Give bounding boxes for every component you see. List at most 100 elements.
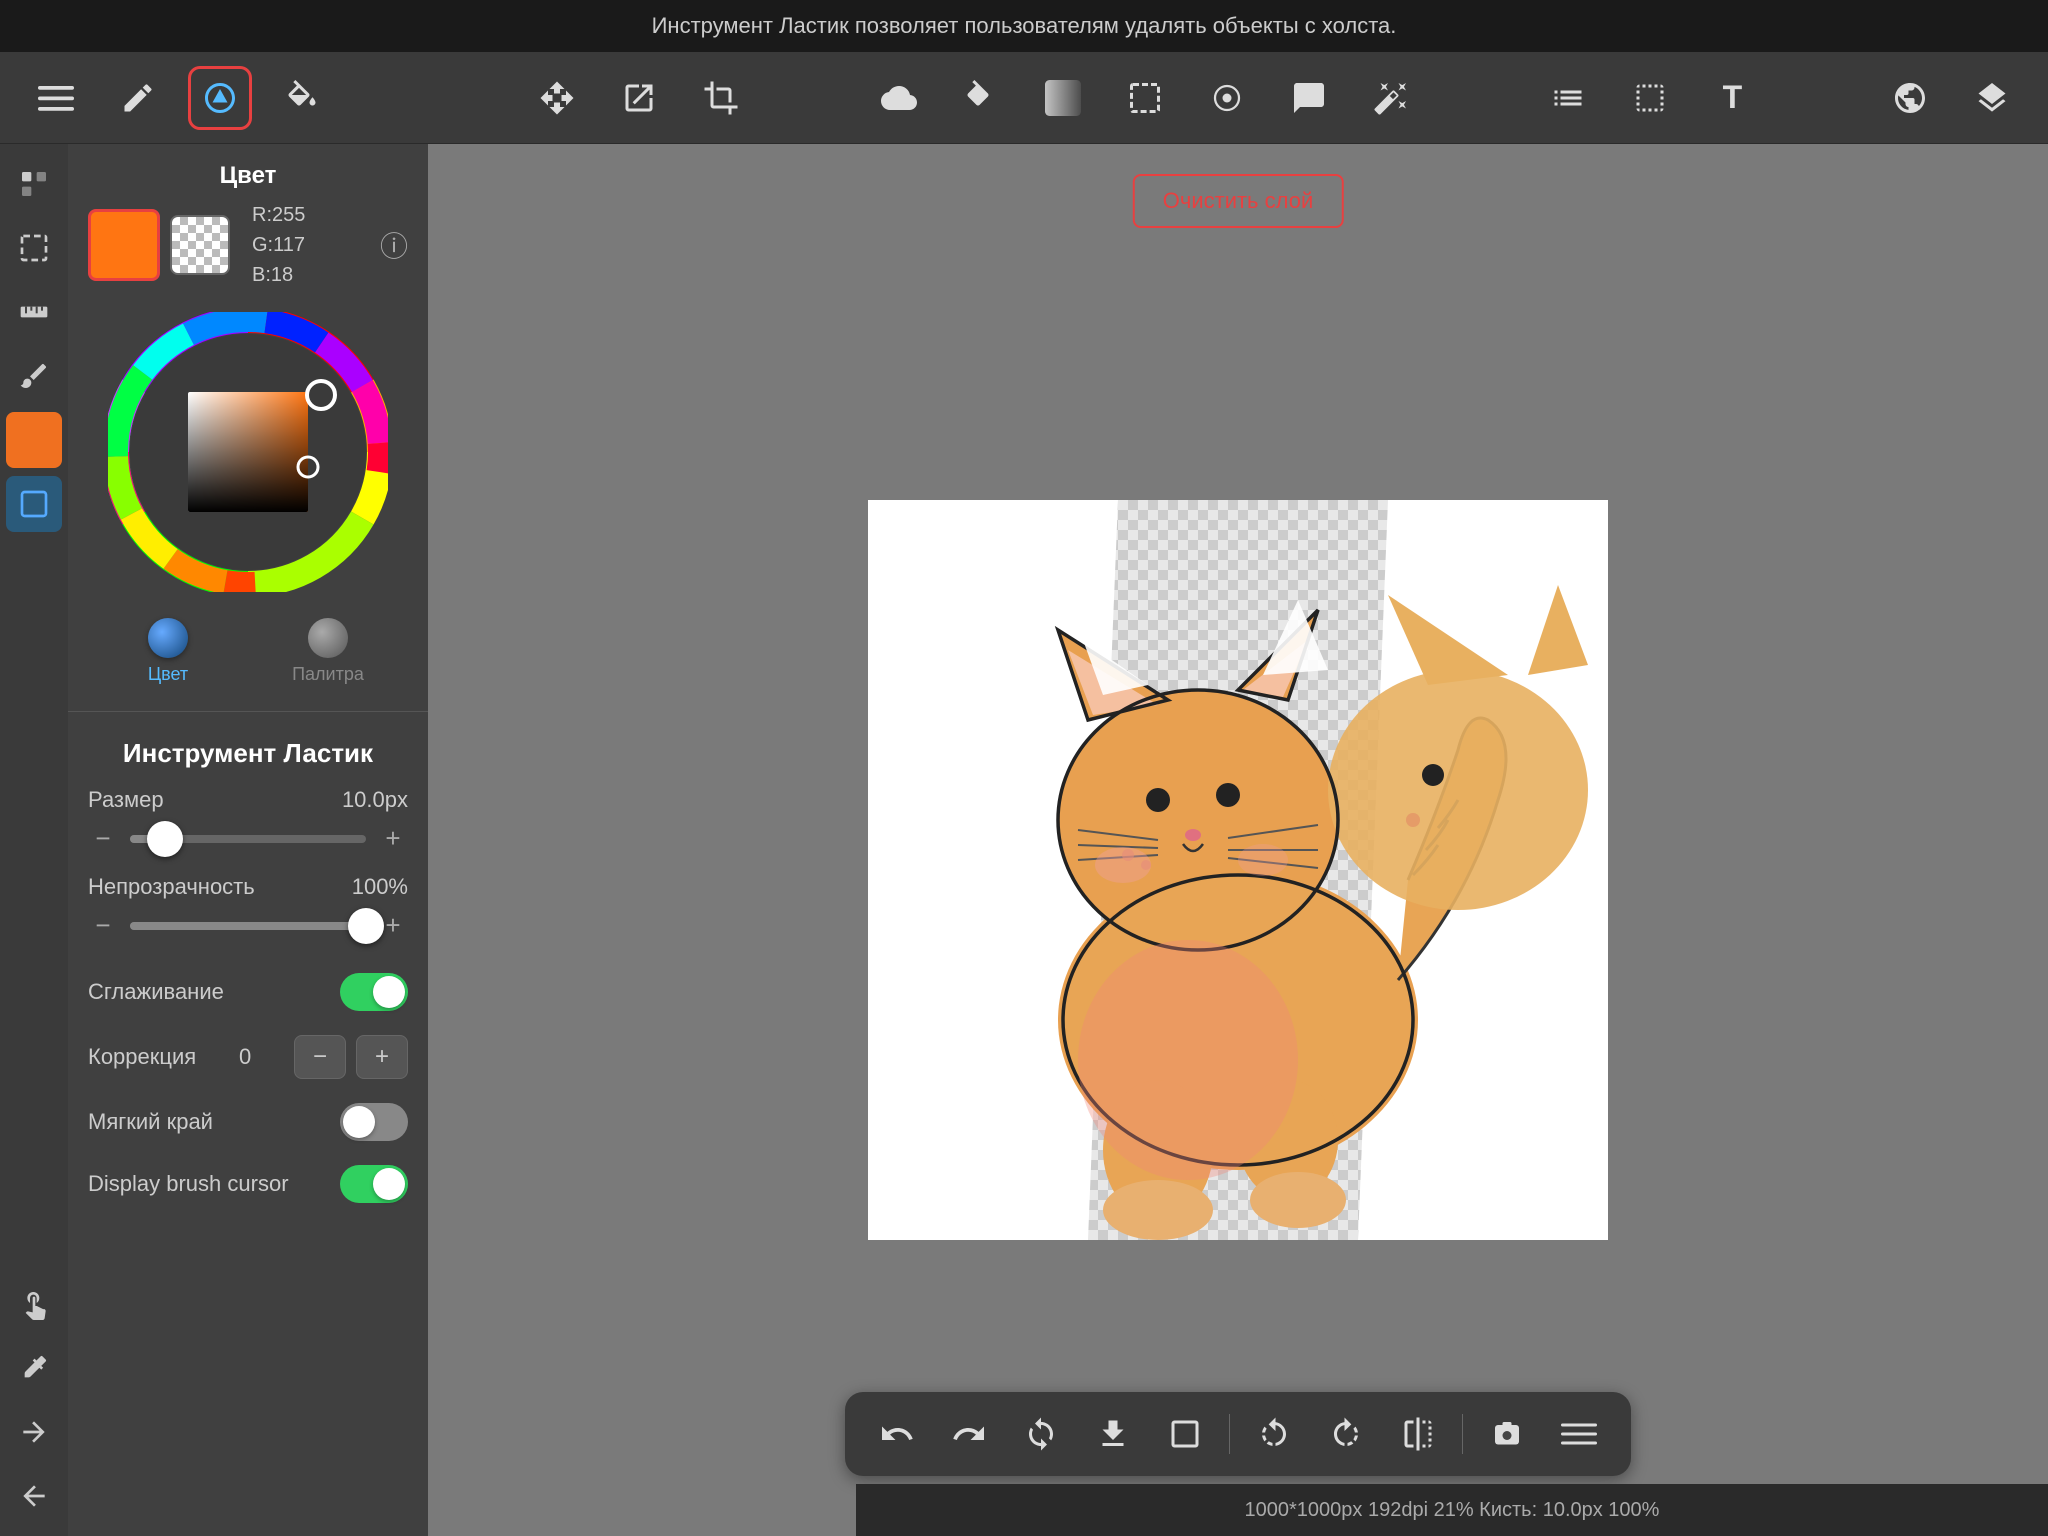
opacity-fill (130, 922, 366, 930)
select-all-button[interactable] (1618, 66, 1682, 130)
redo-button[interactable] (937, 1402, 1001, 1466)
size-increase[interactable]: + (378, 823, 408, 854)
lasso-button[interactable] (867, 66, 931, 130)
undo-button[interactable] (865, 1402, 929, 1466)
refresh-button[interactable] (1009, 1402, 1073, 1466)
menu-button[interactable] (24, 66, 88, 130)
left-ruler-button[interactable] (6, 284, 62, 340)
canvas-background[interactable] (868, 500, 1608, 1240)
opacity-label: Непрозрачность (88, 874, 255, 900)
camera-button[interactable] (1475, 1402, 1539, 1466)
flip-button[interactable] (1386, 1402, 1450, 1466)
eraser-tool-button[interactable] (188, 66, 252, 130)
canvas-wrapper[interactable] (868, 500, 1608, 1240)
display-brush-cursor-label: Display brush cursor (88, 1171, 289, 1197)
toolbar-divider (1229, 1414, 1230, 1454)
layer-blue-preview[interactable] (6, 476, 62, 532)
pencil-tool-button[interactable] (106, 66, 170, 130)
canvas-svg (868, 500, 1608, 1240)
opacity-value: 100% (352, 874, 408, 900)
bucket-button[interactable] (949, 66, 1013, 130)
palette-tab-label: Палитра (292, 664, 364, 685)
status-bar: 1000*1000px 192dpi 21% Кисть: 10.0px 100… (856, 1484, 2048, 1536)
color-info-button[interactable]: ⓘ (380, 225, 408, 265)
soft-edge-toggle[interactable] (340, 1103, 408, 1141)
save-button[interactable] (1081, 1402, 1145, 1466)
transform-button[interactable] (607, 66, 671, 130)
color-swatches-row: R:255 G:117 B:18 ⓘ (68, 200, 428, 302)
opacity-thumb[interactable] (348, 908, 384, 944)
opacity-track[interactable] (130, 922, 366, 930)
smoothing-toggle[interactable] (340, 973, 408, 1011)
rotate-cw-button[interactable] (1314, 1402, 1378, 1466)
correction-decrease[interactable]: − (294, 1035, 346, 1079)
color-tab-label: Цвет (148, 664, 188, 685)
layer-color-preview[interactable] (6, 412, 62, 468)
globe-button[interactable] (1878, 66, 1942, 130)
display-brush-cursor-row: Display brush cursor (68, 1153, 428, 1215)
fill-tool-button[interactable] (270, 66, 334, 130)
text-button[interactable]: T (1700, 66, 1764, 130)
crop-button[interactable] (689, 66, 753, 130)
size-track[interactable] (130, 835, 366, 843)
clear-layer-button[interactable]: Очистить слой (1133, 174, 1344, 228)
left-layers-button[interactable] (6, 156, 62, 212)
primary-color-swatch[interactable] (88, 209, 160, 281)
correction-value: 0 (239, 1044, 251, 1070)
left-brush-button[interactable] (6, 348, 62, 404)
top-info-bar: Инструмент Ластик позволяет пользователя… (0, 0, 2048, 52)
bottom-floating-toolbar (845, 1392, 1631, 1476)
display-brush-cursor-toggle[interactable] (340, 1165, 408, 1203)
size-thumb[interactable] (147, 821, 183, 857)
color-section-title: Цвет (68, 144, 428, 200)
gradient-button[interactable] (1031, 66, 1095, 130)
size-decrease[interactable]: − (88, 823, 118, 854)
back-button[interactable] (6, 1468, 62, 1524)
panel-divider (68, 711, 428, 712)
size-label: Размер (88, 787, 164, 813)
opacity-slider-row: Непрозрачность 100% − + (68, 874, 428, 961)
smoothing-label: Сглаживание (88, 979, 224, 1005)
layers-button[interactable] (1960, 66, 2024, 130)
canvas-area: Очистить слой (428, 144, 2048, 1536)
display-brush-cursor-knob (373, 1168, 405, 1200)
size-value: 10.0px (342, 787, 408, 813)
main-toolbar: T (0, 52, 2048, 144)
color-picker-button[interactable] (1195, 66, 1259, 130)
tab-palette[interactable]: Палитра (248, 608, 408, 695)
more-button[interactable] (1547, 1402, 1611, 1466)
crop-canvas-button[interactable] (1153, 1402, 1217, 1466)
hand-tool-button[interactable] (6, 1276, 62, 1332)
rgb-values: R:255 G:117 B:18 (252, 200, 305, 290)
soft-edge-row: Мягкий край (68, 1091, 428, 1153)
rgb-g: G:117 (252, 230, 305, 260)
left-select-button[interactable] (6, 220, 62, 276)
tab-color[interactable]: Цвет (88, 608, 248, 695)
rgb-b: B:18 (252, 260, 305, 290)
soft-edge-label: Мягкий край (88, 1109, 213, 1135)
rect-select-button[interactable] (1113, 66, 1177, 130)
color-wheel[interactable] (108, 312, 388, 592)
status-text: 1000*1000px 192dpi 21% Кисть: 10.0px 100… (1245, 1499, 1660, 1522)
tool-title: Инструмент Ластик (68, 728, 428, 787)
correction-increase[interactable]: + (356, 1035, 408, 1079)
smoothing-row: Сглаживание (68, 961, 428, 1023)
opacity-decrease[interactable]: − (88, 910, 118, 941)
soft-edge-knob (343, 1106, 375, 1138)
color-wheel-container[interactable] (68, 302, 428, 608)
size-slider-row: Размер 10.0px − + (68, 787, 428, 874)
secondary-color-swatch[interactable] (170, 215, 230, 275)
smart-button[interactable] (1277, 66, 1341, 130)
magic-button[interactable] (1359, 66, 1423, 130)
toolbar-divider2 (1462, 1414, 1463, 1454)
left-toolbar (0, 144, 68, 1536)
rotate-ccw-button[interactable] (1242, 1402, 1306, 1466)
eyedropper-button[interactable] (6, 1340, 62, 1396)
move-tool-button[interactable] (525, 66, 589, 130)
smoothing-knob (373, 976, 405, 1008)
layers-btn1[interactable] (1536, 66, 1600, 130)
palette-tab-icon (308, 618, 348, 658)
forward-button[interactable] (6, 1404, 62, 1460)
top-bar-text: Инструмент Ластик позволяет пользователя… (652, 13, 1397, 39)
correction-label: Коррекция (88, 1044, 196, 1070)
